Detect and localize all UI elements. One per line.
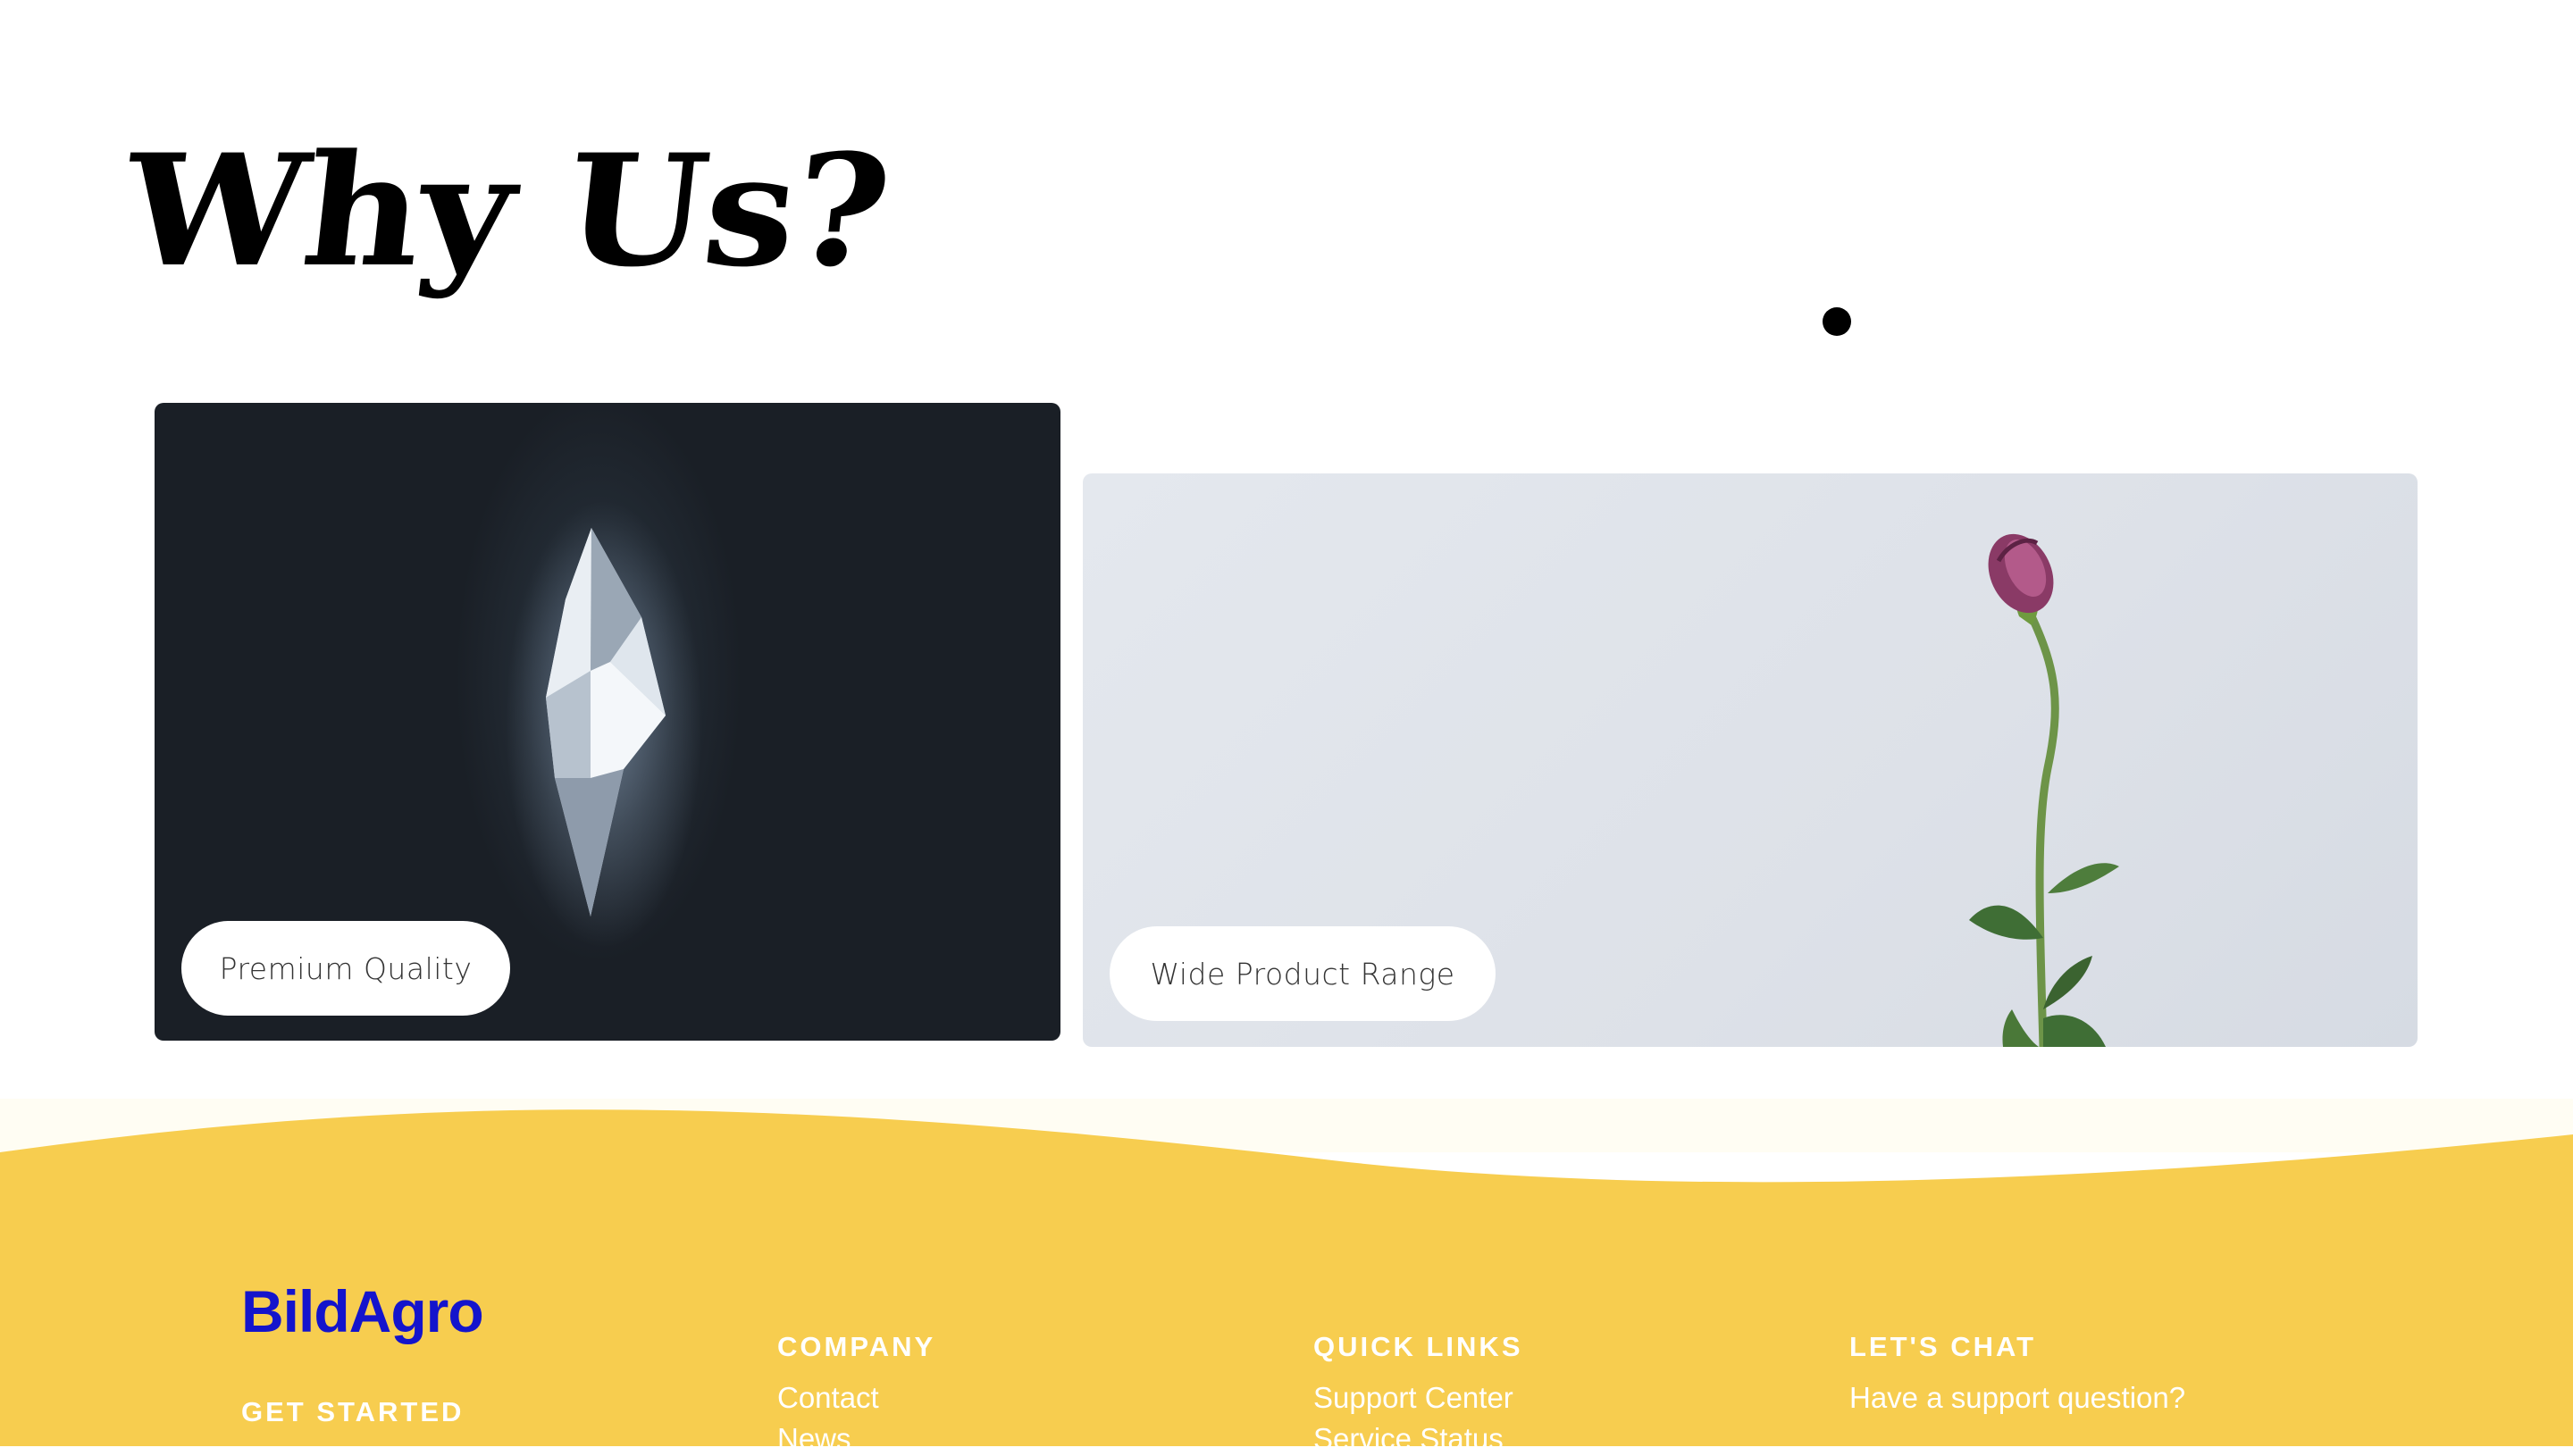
footer-wave-background bbox=[0, 1099, 2573, 1446]
footer-heading-company: COMPANY bbox=[777, 1331, 936, 1362]
section-title: Why Us? bbox=[115, 120, 898, 301]
footer-heading-lets-chat: LET'S CHAT bbox=[1849, 1331, 2037, 1362]
card-wide-product-range[interactable]: Wide Product Range bbox=[1083, 473, 2418, 1047]
footer-link-support-question[interactable]: Have a support question? bbox=[1849, 1381, 2185, 1415]
footer-heading-quick-links: QUICK LINKS bbox=[1313, 1331, 1523, 1362]
wide-product-range-label[interactable]: Wide Product Range bbox=[1110, 926, 1496, 1021]
footer-link-news[interactable]: News bbox=[777, 1422, 851, 1456]
footer-link-contact[interactable]: Contact bbox=[777, 1381, 879, 1415]
footer-brand-logo[interactable]: BildAgro bbox=[241, 1277, 484, 1345]
footer-heading-get-started: GET STARTED bbox=[241, 1396, 465, 1427]
premium-quality-label[interactable]: Premium Quality bbox=[181, 921, 510, 1016]
footer-link-service-status[interactable]: Service Status bbox=[1313, 1422, 1504, 1456]
decorative-dot bbox=[1823, 307, 1851, 336]
footer-link-support-center[interactable]: Support Center bbox=[1313, 1381, 1513, 1415]
card-premium-quality[interactable]: Premium Quality bbox=[155, 403, 1060, 1041]
